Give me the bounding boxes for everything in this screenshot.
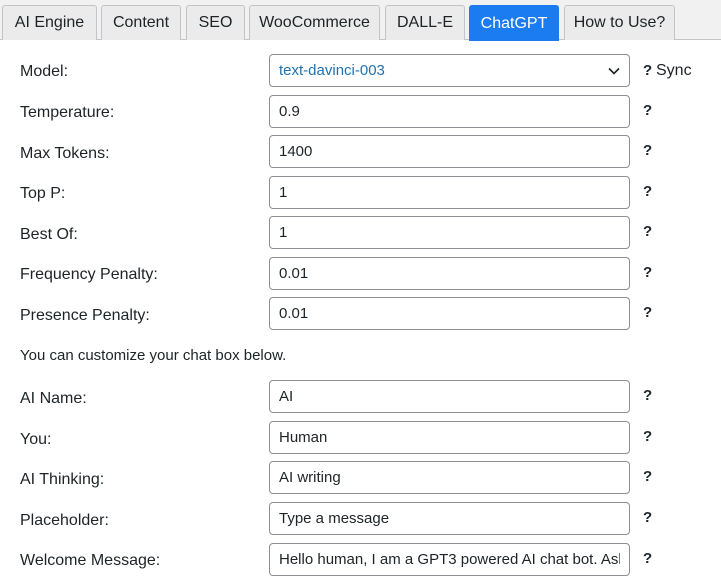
model-label: Model:: [20, 63, 69, 80]
tab-bar: AI Engine Content SEO WooCommerce DALL-E…: [0, 0, 721, 41]
chevron-down-icon: [608, 67, 620, 75]
tab-seo[interactable]: SEO: [186, 5, 245, 40]
presence-penalty-help-icon[interactable]: ?: [643, 304, 652, 322]
top-p-help-icon[interactable]: ?: [643, 183, 652, 201]
tab-ai-engine[interactable]: AI Engine: [2, 5, 97, 40]
you-help-icon[interactable]: ?: [643, 428, 652, 446]
tab-chatgpt[interactable]: ChatGPT: [469, 5, 559, 41]
frequency-penalty-help-icon[interactable]: ?: [643, 264, 652, 282]
you-input[interactable]: [269, 421, 630, 454]
placeholder-input[interactable]: [269, 502, 630, 535]
model-help-icon[interactable]: ?: [643, 62, 652, 80]
temperature-help-icon[interactable]: ?: [643, 102, 652, 120]
model-select-value: text-davinci-003: [279, 62, 385, 79]
model-select[interactable]: text-davinci-003: [269, 54, 630, 87]
frequency-penalty-label: Frequency Penalty:: [20, 266, 158, 283]
ai-thinking-label: AI Thinking:: [20, 471, 105, 488]
placeholder-help-icon[interactable]: ?: [643, 509, 652, 527]
ai-thinking-input[interactable]: [269, 461, 630, 494]
best-of-input[interactable]: [269, 216, 630, 249]
top-p-input[interactable]: [269, 176, 630, 209]
temperature-input[interactable]: [269, 95, 630, 128]
welcome-message-label: Welcome Message:: [20, 552, 161, 569]
placeholder-label: Placeholder:: [20, 512, 109, 529]
chatgpt-settings-page: AI Engine Content SEO WooCommerce DALL-E…: [0, 0, 721, 583]
welcome-message-input[interactable]: [269, 543, 630, 576]
frequency-penalty-input[interactable]: [269, 257, 630, 290]
ai-name-help-icon[interactable]: ?: [643, 387, 652, 405]
top-p-label: Top P:: [20, 185, 66, 202]
tab-content[interactable]: Content: [101, 5, 181, 40]
sync-link[interactable]: Sync: [656, 62, 692, 80]
presence-penalty-input[interactable]: [269, 297, 630, 330]
ai-thinking-help-icon[interactable]: ?: [643, 468, 652, 486]
tab-dall-e[interactable]: DALL-E: [385, 5, 465, 40]
best-of-help-icon[interactable]: ?: [643, 223, 652, 241]
you-label: You:: [20, 431, 52, 448]
max-tokens-label: Max Tokens:: [20, 145, 110, 162]
tab-how-to-use[interactable]: How to Use?: [564, 5, 675, 40]
ai-name-label: AI Name:: [20, 390, 87, 407]
tab-woocommerce[interactable]: WooCommerce: [249, 5, 380, 40]
max-tokens-input[interactable]: [269, 135, 630, 168]
ai-name-input[interactable]: [269, 380, 630, 413]
best-of-label: Best Of:: [20, 226, 78, 243]
max-tokens-help-icon[interactable]: ?: [643, 142, 652, 160]
chatbox-note: You can customize your chat box below.: [20, 347, 287, 364]
presence-penalty-label: Presence Penalty:: [20, 307, 150, 324]
temperature-label: Temperature:: [20, 104, 115, 121]
welcome-message-help-icon[interactable]: ?: [643, 550, 652, 568]
